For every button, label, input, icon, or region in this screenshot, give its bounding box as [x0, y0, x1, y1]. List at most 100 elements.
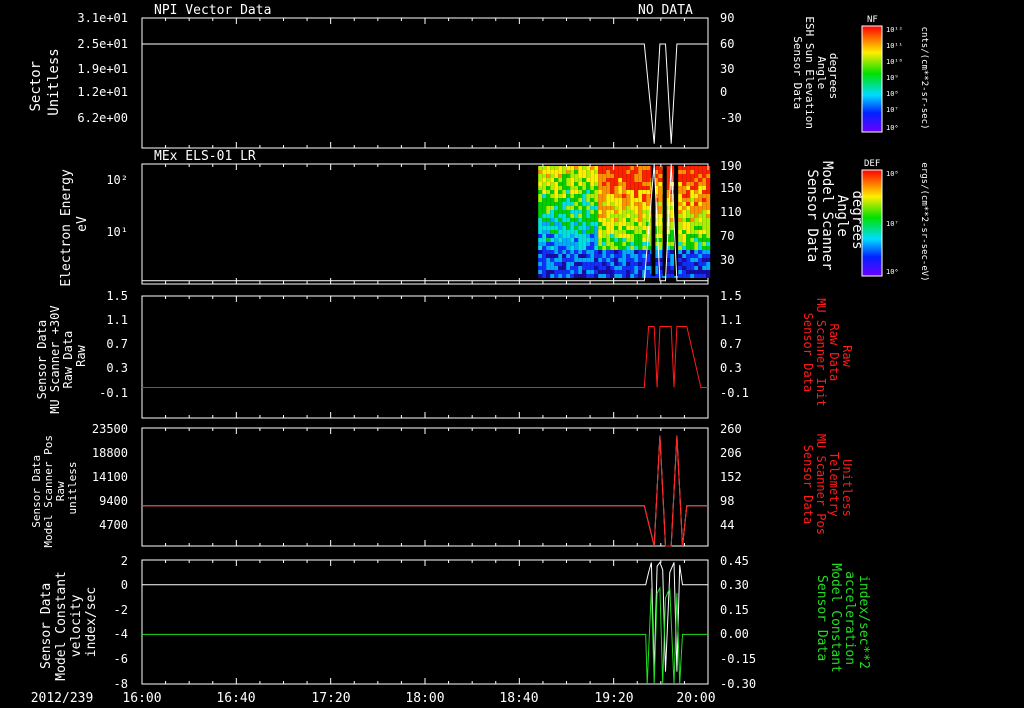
spectrogram-cell	[626, 186, 631, 190]
spectrogram-cell	[630, 178, 635, 182]
spectrogram-cell	[554, 254, 559, 258]
spectrogram-cell	[658, 218, 663, 222]
time-tick-label: 16:40	[216, 691, 255, 706]
spectrogram-cell	[634, 238, 639, 242]
spectrogram-cell	[554, 206, 559, 210]
spectrogram-cell	[658, 190, 663, 194]
spectrogram-cell	[570, 226, 575, 230]
spectrogram-cell	[666, 238, 671, 242]
spectrogram-cell	[554, 218, 559, 222]
colorbar-nf-units: cnts/(cm**2-sr-sec)	[919, 27, 929, 130]
spectrogram-cell	[558, 166, 563, 170]
spectrogram-cell	[702, 182, 707, 186]
spectrogram-cell	[602, 206, 607, 210]
spectrogram-cell	[546, 182, 551, 186]
spectrogram-cell	[570, 174, 575, 178]
spectrogram-cell	[618, 230, 623, 234]
spectrogram-cell	[566, 218, 571, 222]
spectrogram-cell	[678, 174, 683, 178]
spectrogram-cell	[562, 254, 567, 258]
spectrogram-cell	[638, 270, 643, 274]
spectrogram-cell	[602, 270, 607, 274]
spectrogram-cell	[630, 186, 635, 190]
spectrogram-cell	[590, 250, 595, 254]
spectrogram-cell	[630, 218, 635, 222]
spectrogram-cell	[698, 230, 703, 234]
spectrogram-cell	[686, 210, 691, 214]
spectrogram-cell	[634, 214, 639, 218]
spectrogram-cell	[658, 206, 663, 210]
spectrogram-cell	[638, 214, 643, 218]
spectrogram-cell	[626, 202, 631, 206]
p3-ytick-left: 1.1	[106, 313, 128, 327]
spectrogram-cell	[634, 266, 639, 270]
spectrogram-cell	[638, 266, 643, 270]
spectrogram-cell	[702, 214, 707, 218]
spectrogram-cell	[550, 210, 555, 214]
spectrogram-cell	[678, 178, 683, 182]
spectrogram-cell	[702, 206, 707, 210]
spectrogram-cell	[598, 226, 603, 230]
spectrogram-cell	[602, 238, 607, 242]
spectrogram-cell	[566, 206, 571, 210]
spectrogram-cell	[590, 166, 595, 170]
p1-ylabel-left: Sector Unitless	[28, 48, 62, 115]
spectrogram-cell	[678, 194, 683, 198]
spectrogram-cell	[642, 202, 647, 206]
spectrogram-cell	[634, 206, 639, 210]
spectrogram-cell	[582, 238, 587, 242]
spectrogram-cell	[682, 238, 687, 242]
spectrogram-cell	[594, 194, 599, 198]
spectrogram-cell	[626, 206, 631, 210]
spectrogram-cell	[678, 226, 683, 230]
spectrogram-cell	[570, 206, 575, 210]
spectrogram-cell	[622, 254, 627, 258]
spectrogram-cell	[658, 178, 663, 182]
spectrogram-cell	[670, 258, 675, 262]
time-tick-label: 20:00	[676, 691, 715, 706]
spectrogram-cell	[618, 234, 623, 238]
spectrogram-cell	[582, 234, 587, 238]
spectrogram-cell	[578, 246, 583, 250]
spectrogram-cell	[698, 170, 703, 174]
spectrogram-cell	[698, 198, 703, 202]
spectrogram-cell	[550, 202, 555, 206]
spectrogram-cell	[578, 258, 583, 262]
spectrogram-cell	[638, 262, 643, 266]
spectrogram-cell	[566, 190, 571, 194]
spectrogram-cell	[578, 266, 583, 270]
p2-ylabel-left: Electron Energy eV	[59, 161, 90, 286]
spectrogram-cell	[694, 250, 699, 254]
p3-ytick-left: 0.3	[106, 361, 128, 375]
spectrogram-cell	[630, 258, 635, 262]
p1-ytick-right: -30	[720, 111, 742, 125]
spectrogram-cell	[582, 198, 587, 202]
spectrogram-cell	[542, 194, 547, 198]
spectrogram-cell	[702, 222, 707, 226]
spectrogram-cell	[686, 238, 691, 242]
spectrogram-cell	[566, 170, 571, 174]
spectrogram-cell	[706, 170, 711, 174]
spectrogram-cell	[682, 242, 687, 246]
spectrogram-cell	[694, 254, 699, 258]
spectrogram-cell	[702, 274, 707, 278]
spectrogram-cell	[598, 222, 603, 226]
spectrogram-cell	[598, 250, 603, 254]
spectrogram-cell	[570, 270, 575, 274]
spectrogram-cell	[642, 166, 647, 170]
spectrogram-cell	[610, 274, 615, 278]
spectrogram-cell	[646, 190, 651, 194]
spectrogram-cell	[646, 178, 651, 182]
spectrogram-cell	[586, 178, 591, 182]
spectrogram-cell	[614, 226, 619, 230]
spectrogram-cell	[594, 202, 599, 206]
spectrogram-cell	[550, 262, 555, 266]
spectrogram-cell	[670, 226, 675, 230]
spectrogram-cell	[574, 166, 579, 170]
spectrogram-cell	[546, 214, 551, 218]
spectrogram-cell	[594, 218, 599, 222]
spectrogram-cell	[642, 198, 647, 202]
spectrogram-cell	[566, 226, 571, 230]
colorbar-nf-tick: 10⁶	[886, 124, 899, 132]
spectrogram-cell	[602, 194, 607, 198]
